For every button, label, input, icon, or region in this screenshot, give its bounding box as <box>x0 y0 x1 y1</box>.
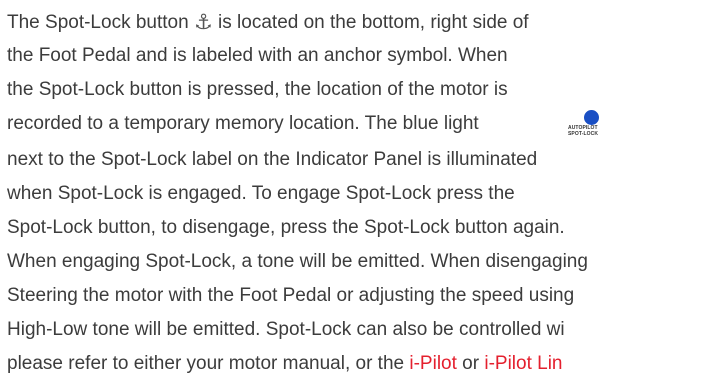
indicator-label-spot-lock: SPOT-LOCK <box>568 131 599 137</box>
paragraph-line-8: When engaging Spot-Lock, a tone will be … <box>7 251 588 272</box>
line11-text-middle: or <box>456 353 485 374</box>
autopilot-spot-lock-indicator: AUTOPILOT SPOT-LOCK <box>566 110 606 137</box>
line1-text-before: The Spot-Lock button <box>7 12 194 33</box>
i-pilot-link[interactable]: i-Pilot <box>409 353 457 374</box>
paragraph-line-5: next to the Spot-Lock label on the Indic… <box>7 149 538 170</box>
line1-text-after: is located on the bottom, right side of <box>212 12 529 33</box>
paragraph-line-7: Spot-Lock button, to disengage, press th… <box>7 217 565 238</box>
paragraph-line-1: The Spot-Lock button ⚓ is located on the… <box>7 12 529 33</box>
paragraph-line-6: when Spot-Lock is engaged. To engage Spo… <box>7 183 515 204</box>
paragraph-line-3: the Spot-Lock button is pressed, the loc… <box>7 79 508 100</box>
paragraph-line-2: the Foot Pedal and is labeled with an an… <box>7 45 508 66</box>
blue-light-icon <box>584 110 599 125</box>
i-pilot-link-link[interactable]: i-Pilot Lin <box>484 353 562 374</box>
paragraph-line-10: High-Low tone will be emitted. Spot-Lock… <box>7 319 565 340</box>
paragraph-line-4: recorded to a temporary memory location.… <box>7 113 479 134</box>
document-body: The Spot-Lock button ⚓ is located on the… <box>0 0 701 383</box>
paragraph-line-9: Steering the motor with the Foot Pedal o… <box>7 285 575 306</box>
paragraph-line-11: please refer to either your motor manual… <box>7 354 563 373</box>
anchor-icon: ⚓ <box>193 11 213 34</box>
line11-text-before: please refer to either your motor manual… <box>7 353 410 374</box>
